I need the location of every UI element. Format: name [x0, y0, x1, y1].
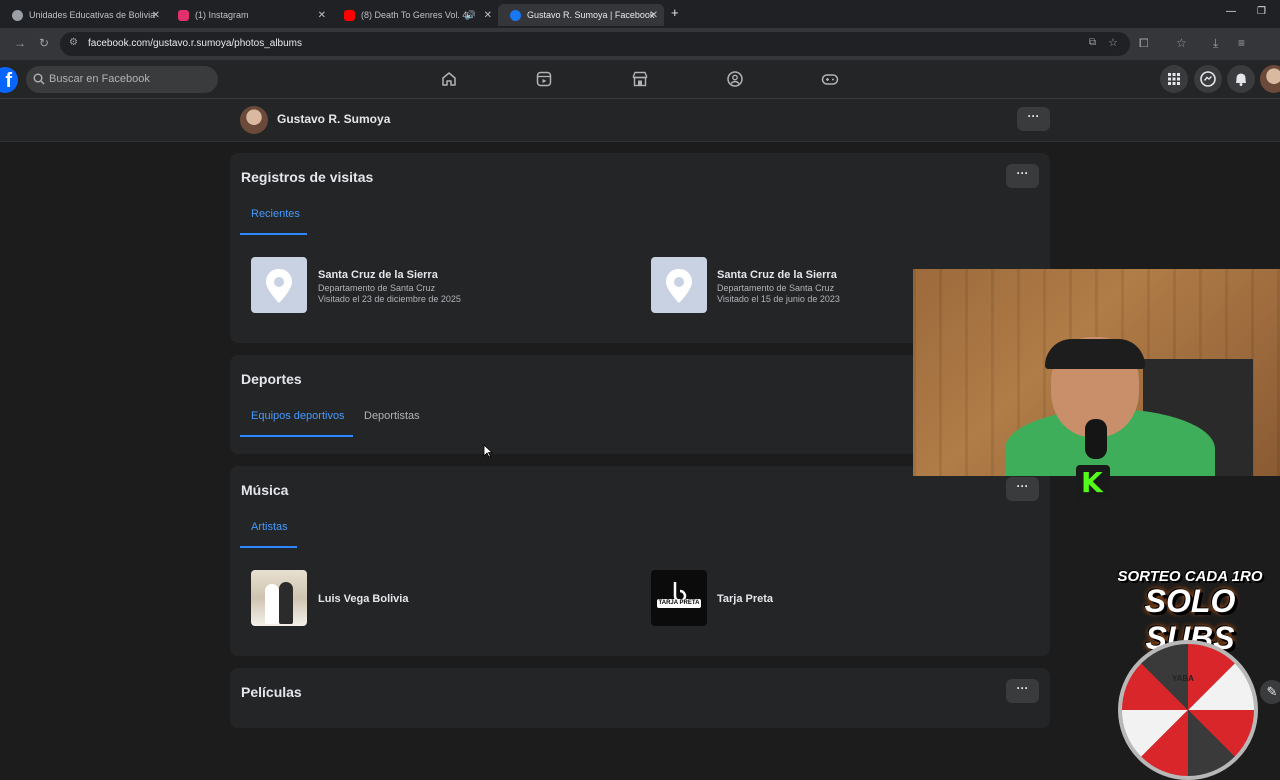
tab-title: (8) Death To Genres Vol. 4 - — [361, 10, 473, 20]
webcam-overlay — [913, 269, 1280, 476]
tab-title: Gustavo R. Sumoya | Facebook — [527, 10, 655, 20]
tab-underline — [240, 233, 307, 235]
browser-tab[interactable]: (8) Death To Genres Vol. 4 - 🔊 ✕ — [332, 4, 498, 26]
place-thumbnail[interactable] — [651, 257, 707, 313]
install-icon[interactable]: ⧉ — [1089, 37, 1096, 48]
profile-avatar[interactable] — [1260, 65, 1280, 93]
place-region: Departamento de Santa Cruz — [318, 283, 436, 293]
url-text: facebook.com/gustavo.r.sumoya/photos_alb… — [88, 38, 303, 49]
messenger-icon[interactable] — [1194, 65, 1222, 93]
marketplace-icon[interactable] — [631, 70, 649, 88]
new-tab-button[interactable]: + — [671, 5, 679, 20]
extensions-icon[interactable]: ⧠ — [1139, 36, 1149, 50]
facebook-logo[interactable]: f — [0, 67, 18, 93]
microphone — [1085, 419, 1107, 459]
headphones — [1045, 339, 1145, 369]
place-title[interactable]: Santa Cruz de la Sierra — [717, 269, 837, 281]
location-pin-icon — [266, 269, 292, 303]
tab-title: (1) Instagram — [195, 10, 249, 20]
search-icon — [33, 73, 45, 85]
kick-letter: K — [1081, 466, 1103, 499]
instagram-icon — [178, 9, 189, 21]
minimize-icon[interactable]: — — [1226, 6, 1236, 17]
media-icon[interactable]: ≡ — [1238, 36, 1245, 50]
prize-wheel: YABA — [1118, 640, 1258, 780]
logo-text: TARJA PRETA — [658, 600, 700, 606]
tab-recientes[interactable]: Recientes — [251, 208, 300, 220]
groups-icon[interactable] — [726, 70, 744, 88]
location-pin-icon — [666, 269, 692, 303]
home-icon[interactable] — [440, 70, 458, 88]
notifications-icon[interactable] — [1227, 65, 1255, 93]
tarja-preta-logo-icon — [657, 582, 701, 608]
place-title[interactable]: Santa Cruz de la Sierra — [318, 269, 438, 281]
search-placeholder: Buscar en Facebook — [49, 73, 150, 85]
close-icon[interactable]: ✕ — [484, 10, 492, 21]
facebook-header: f Buscar en Facebook — [0, 60, 1280, 99]
download-icon[interactable]: ⤓ — [1213, 36, 1218, 50]
place-visited-date: Visitado el 23 de diciembre de 2025 — [318, 294, 461, 304]
tab-underline — [240, 435, 353, 437]
globe-icon — [12, 9, 23, 21]
more-options-button[interactable]: ··· — [1017, 107, 1050, 131]
more-options-button[interactable]: ··· — [1006, 164, 1039, 188]
edit-icon[interactable]: ✎ — [1260, 680, 1280, 704]
avatar[interactable] — [240, 106, 268, 134]
close-icon[interactable]: ✕ — [650, 10, 658, 21]
more-options-button[interactable]: ··· — [1006, 477, 1039, 501]
menu-grid-icon[interactable] — [1160, 65, 1188, 93]
close-icon[interactable]: ✕ — [152, 10, 160, 21]
kick-logo: K — [1076, 465, 1110, 499]
close-icon[interactable]: ✕ — [318, 10, 326, 21]
profile-name[interactable]: Gustavo R. Sumoya — [277, 112, 390, 126]
search-input[interactable]: Buscar en Facebook — [26, 66, 218, 93]
youtube-icon — [344, 9, 355, 21]
wheel-label: YABA — [1172, 674, 1194, 683]
reload-icon[interactable]: ↻ — [39, 36, 49, 50]
browser-tab-strip: Unidades Educativas de Bolivia ✕ (1) Ins… — [0, 0, 1280, 28]
place-region: Departamento de Santa Cruz — [717, 283, 835, 293]
place-visited-date: Visitado el 15 de junio de 2023 — [717, 294, 840, 304]
mouse-cursor-icon — [483, 444, 493, 458]
artist-photo[interactable] — [251, 570, 307, 626]
tab-title: Unidades Educativas de Bolivia — [29, 10, 156, 20]
forward-icon[interactable]: → — [14, 36, 26, 50]
browser-tab-active[interactable]: Gustavo R. Sumoya | Facebook ✕ — [498, 4, 664, 26]
section-title: Películas — [241, 684, 302, 700]
site-info-icon[interactable]: ⚙ — [69, 37, 78, 48]
tab-artistas[interactable]: Artistas — [251, 521, 288, 533]
bookmark-star-icon[interactable]: ☆ — [1108, 36, 1118, 49]
browser-tab[interactable]: Unidades Educativas de Bolivia ✕ — [0, 4, 166, 26]
browser-toolbar: → ↻ ⚙ facebook.com/gustavo.r.sumoya/phot… — [0, 28, 1280, 78]
place-thumbnail[interactable] — [251, 257, 307, 313]
bookmarks-icon[interactable]: ☆ — [1176, 36, 1187, 50]
artist-logo[interactable]: TARJA PRETA — [651, 570, 707, 626]
music-card: Música ··· Artistas Luis Vega Bolivia TA… — [230, 466, 1050, 656]
movies-card: Películas ··· — [230, 668, 1050, 728]
profile-subheader: Gustavo R. Sumoya ··· — [0, 99, 1280, 142]
restore-icon[interactable]: ❐ — [1257, 6, 1266, 17]
address-bar[interactable]: ⚙ facebook.com/gustavo.r.sumoya/photos_a… — [60, 32, 1130, 56]
browser-tab[interactable]: (1) Instagram ✕ — [166, 4, 332, 26]
artist-name[interactable]: Luis Vega Bolivia — [318, 593, 408, 605]
gaming-icon[interactable] — [821, 70, 839, 88]
tab-equipos-deportivos[interactable]: Equipos deportivos — [251, 410, 345, 422]
section-title: Deportes — [241, 371, 302, 387]
artist-name[interactable]: Tarja Preta — [717, 593, 773, 605]
speaker-icon[interactable]: 🔊 — [465, 10, 476, 21]
tab-underline — [240, 546, 297, 548]
more-options-button[interactable]: ··· — [1006, 679, 1039, 703]
section-title: Música — [241, 482, 289, 498]
video-icon[interactable] — [535, 70, 553, 88]
facebook-icon — [510, 9, 521, 21]
tab-deportistas[interactable]: Deportistas — [364, 410, 420, 422]
section-title: Registros de visitas — [241, 169, 374, 185]
